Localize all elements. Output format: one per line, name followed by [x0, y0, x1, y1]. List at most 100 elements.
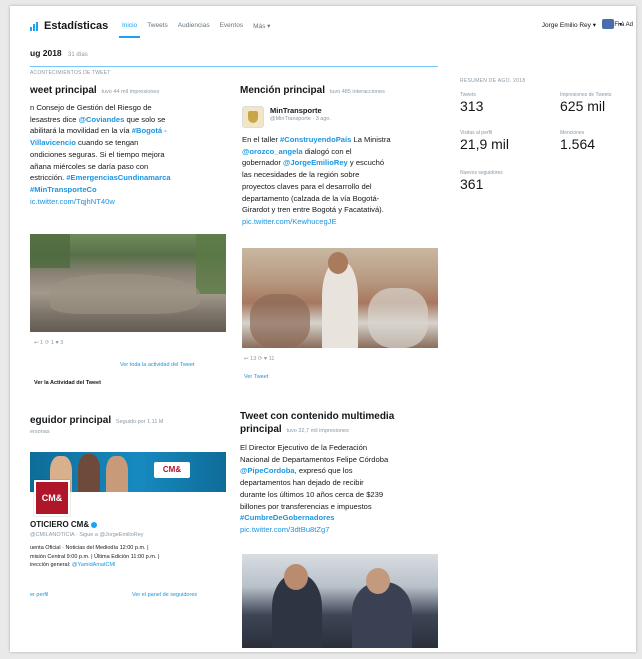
- mention-link[interactable]: @JorgeEmilioRey: [283, 158, 348, 167]
- top-mention-heading: Mención principal: [240, 85, 326, 96]
- mention-link[interactable]: @PipeCordoba: [240, 466, 295, 475]
- mintransporte-avatar[interactable]: [242, 106, 264, 128]
- verified-icon: [91, 521, 98, 528]
- tweet-media-link[interactable]: ic.twitter.com/TqjhNT40w: [30, 196, 226, 208]
- tweet-line: gobernador @JorgeEmilioRey y escuchó: [242, 157, 440, 169]
- landslide-photo[interactable]: [30, 234, 226, 332]
- media-tweet-heading: Tweet con contenido multimedia: [240, 411, 395, 422]
- tweet-line: lesastres dice @Coviandes que solo se: [30, 114, 226, 126]
- hashtag-link[interactable]: #EmergenciasCundinamarca: [66, 173, 170, 182]
- tweet-line: Nacional de Departamentos Felipe Córdoba: [240, 454, 389, 464]
- period-suffix: 31 días: [68, 52, 88, 58]
- tweet-line: ondiciones seguras. Si el tiempo mejora: [30, 149, 165, 159]
- tweet-fragment: lesastres dice: [30, 114, 77, 124]
- mention-link[interactable]: @orozco_angela: [242, 147, 303, 156]
- top-tweet-heading: weet principal: [30, 85, 97, 96]
- mention-link[interactable]: @YamidAmatCMI: [72, 562, 116, 568]
- stat-value: 625 mil: [560, 98, 606, 114]
- mention-handle: @MinTransporte · 3 ago.: [270, 116, 332, 122]
- mention-link[interactable]: @Coviandes: [79, 115, 125, 124]
- bio-line: uenta Oficial · Noticias del Mediodía 12…: [30, 545, 149, 551]
- follower-handle: @CMILANOTICIA · Sigue a @JorgeEmilioRey: [30, 532, 144, 538]
- stat-tweets: Tweets 313: [460, 92, 483, 115]
- tweet-line: n Consejo de Gestión del Riesgo de: [30, 103, 152, 112]
- media-tweet-heading-2: principal tuvo 32,7 mil impresiones: [240, 423, 440, 438]
- followers-panel-link[interactable]: Ver el panel de seguidores: [132, 592, 197, 598]
- follower-bio: uenta Oficial · Noticias del Mediodía 12…: [30, 544, 159, 570]
- tweet-line: estricción. #EmergenciasCundinamarca: [30, 172, 226, 184]
- stats-title: RESUMEN DE AGO. 2018: [460, 78, 526, 84]
- tweet-line: billones por transferencias e impuestos: [240, 501, 372, 511]
- nav-link-more[interactable]: Más ▾: [253, 22, 270, 30]
- top-tweet-title: weet principal tuvo 44 mil impresiones: [30, 84, 226, 99]
- stat-profile-visits: Visitas al perfil 21,9 mil: [460, 130, 509, 153]
- top-follower-meta: Seguido por 1.11 M: [115, 419, 164, 425]
- hashtag-link[interactable]: #CumbreDeGobernadores: [240, 513, 335, 522]
- analytics-page: Estadísticas Inicio Tweets Audiencias Ev…: [10, 6, 636, 652]
- tweet-activity-link[interactable]: Ver la Actividad del Tweet: [34, 380, 101, 386]
- follower-name[interactable]: OTICIERO CM&: [30, 520, 98, 529]
- banner-logo: CM&: [154, 462, 190, 478]
- account-flag-icon[interactable]: [602, 19, 614, 29]
- top-mention-meta: tuvo 485 interacciones: [329, 89, 385, 95]
- stat-value: 361: [460, 176, 484, 192]
- nav-link-audiences[interactable]: Audiencias: [178, 22, 210, 30]
- top-follower-title: eguidor principal Seguido por 1.11 M: [30, 414, 226, 429]
- hashtag-link[interactable]: Villavicencio: [30, 138, 76, 147]
- tweet-line: durante los últimos 10 años cerca de $23…: [240, 489, 384, 499]
- brand[interactable]: Estadísticas: [30, 20, 108, 32]
- tweet-fragment: La Ministra: [353, 135, 391, 144]
- all-activity-link[interactable]: Ver toda la actividad del Tweet: [120, 362, 195, 368]
- summit-meeting-photo[interactable]: [242, 554, 438, 648]
- media-tweet-meta: tuvo 32,7 mil impresiones: [286, 428, 349, 434]
- hashtag-link[interactable]: #MinTransporteCo: [30, 185, 97, 194]
- tweet-line: proyectos claves para el desarrollo del: [242, 181, 372, 191]
- workshop-crowd-photo[interactable]: [242, 248, 438, 348]
- tweet-fragment: estricción.: [30, 173, 65, 183]
- section-divider: [30, 66, 438, 67]
- tweet-line: #CumbreDeGobernadores: [240, 512, 440, 524]
- tweet-fragment: que solo se: [126, 114, 166, 124]
- tweet-line: departamentos han dejado de recibir: [240, 478, 364, 488]
- view-tweet-link[interactable]: Ver Tweet: [244, 374, 268, 380]
- tweet-fragment: , expresó que los: [294, 466, 353, 476]
- bio-line: irección general: @YamidAmatCMI: [30, 561, 159, 570]
- tweet-fragment: cuando se tengan: [78, 138, 139, 148]
- top-follower-card: eguidor principal Seguido por 1.11 M ers…: [30, 414, 226, 435]
- bar-chart-icon: [30, 21, 40, 31]
- tweet-line: En el taller #ConstruyendoPaís La Minist…: [242, 134, 440, 146]
- stat-new-followers: Nuevos seguidores 361: [460, 170, 503, 193]
- bio-fragment: irección general:: [30, 562, 71, 568]
- nav-link-tweets[interactable]: Tweets: [147, 22, 168, 30]
- nav-link-home[interactable]: Inicio: [118, 22, 141, 38]
- stat-value: 313: [460, 98, 484, 114]
- tweet-fragment: gobernador: [242, 158, 281, 168]
- stat-impressions: Impresiones de Tweets 625 mil: [560, 92, 611, 115]
- media-tweet-text: El Director Ejecutivo de la Federación N…: [240, 442, 440, 536]
- top-tweet-meta: tuvo 44 mil impresiones: [101, 89, 160, 95]
- top-tweet-actions[interactable]: ↩ 1 ⟳ 1 ♥ 3: [34, 340, 63, 346]
- mention-account-name[interactable]: MinTransporte: [270, 106, 322, 115]
- language-link[interactable]: Fi à Ad: [614, 22, 633, 28]
- top-mention-card: Mención principal tuvo 485 interacciones: [240, 84, 438, 99]
- top-mention-title: Mención principal tuvo 485 interacciones: [240, 84, 438, 99]
- view-profile-link[interactable]: er perfil: [30, 592, 48, 598]
- top-tweet-card: weet principal tuvo 44 mil impresiones n…: [30, 84, 226, 207]
- tweet-fragment: dialogó con el: [304, 146, 352, 156]
- user-menu[interactable]: Jorge Emilio Rey ▾: [542, 21, 596, 29]
- bio-line: misión Central 9:00 p.m. | Última Edició…: [30, 553, 160, 560]
- mention-actions[interactable]: ↩ 13 ⟳ ♥ 11: [244, 356, 274, 362]
- hashtag-link[interactable]: #ConstruyendoPaís: [280, 135, 351, 144]
- tweet-fragment: abilitará la movilidad en la vía: [30, 126, 130, 136]
- top-follower-sub: ersonas: [30, 429, 50, 435]
- stat-value: 1.564: [560, 136, 596, 152]
- nav-links: Inicio Tweets Audiencias Eventos Más ▾: [118, 22, 270, 38]
- tweet-media-link[interactable]: pic.twitter.com/3dtBu8tZg7: [240, 524, 440, 536]
- period-title: ug 2018: [30, 48, 62, 58]
- tweet-line: añana miércoles se daría paso con: [30, 161, 149, 171]
- tweet-media-link[interactable]: pic.twitter.com/KewhucegJE: [242, 216, 440, 228]
- hashtag-link[interactable]: #Bogotá -: [132, 126, 167, 135]
- nav-link-events[interactable]: Eventos: [220, 22, 244, 30]
- mention-text: En el taller #ConstruyendoPaís La Minist…: [242, 134, 440, 228]
- follower-avatar[interactable]: CM&: [34, 480, 70, 516]
